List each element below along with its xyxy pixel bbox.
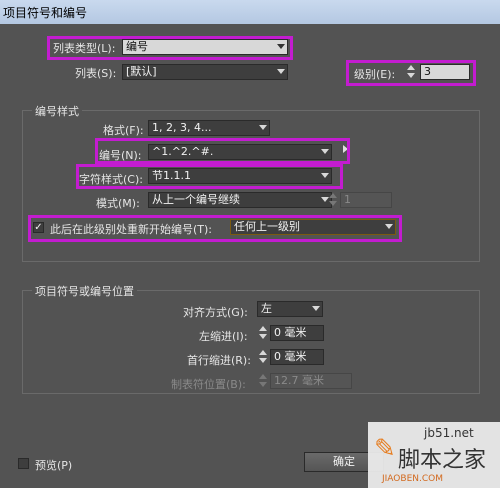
mode-number-value: 1 — [344, 193, 351, 206]
left-indent-stepper[interactable] — [258, 325, 268, 341]
chevron-down-icon — [259, 125, 267, 130]
tab-position-stepper[interactable] — [258, 373, 268, 389]
first-indent-value: 0 毫米 — [274, 350, 307, 363]
format-value: 1, 2, 3, 4... — [152, 121, 212, 134]
chevron-down-icon — [385, 224, 393, 229]
position-group — [22, 290, 480, 394]
restart-checkbox[interactable]: ✓ — [33, 222, 44, 233]
chevron-down-icon — [321, 149, 329, 154]
title-bar: 项目符号和编号 — [0, 0, 500, 24]
watermark: ✎ jb51.net 脚本之家 JIAOBEN.COM — [368, 422, 500, 488]
preview-checkbox[interactable] — [18, 458, 29, 469]
align-value: 左 — [261, 302, 272, 315]
preview-label: 预览(P) — [35, 459, 73, 472]
watermark-url: jb51.net — [424, 426, 474, 440]
insert-special-char-icon[interactable] — [343, 145, 348, 153]
list-type-select[interactable]: 编号 — [122, 39, 288, 55]
format-select[interactable]: 1, 2, 3, 4... — [148, 120, 270, 136]
tab-position-input[interactable]: 12.7 毫米 — [270, 373, 352, 389]
stepper-down-icon[interactable] — [259, 382, 267, 387]
list-type-value: 编号 — [126, 40, 148, 53]
stepper-up-icon[interactable] — [407, 65, 415, 70]
chevron-down-icon — [312, 306, 320, 311]
stepper-up-icon[interactable] — [259, 374, 267, 379]
char-style-label: 字符样式(C): — [79, 173, 143, 186]
watermark-logo-icon: ✎ — [374, 434, 396, 464]
watermark-text: 脚本之家 — [398, 448, 487, 473]
list-label: 列表(S): — [75, 67, 117, 80]
list-value: [默认] — [126, 65, 157, 78]
mode-label: 模式(M): — [96, 197, 140, 210]
position-title: 项目符号或编号位置 — [32, 283, 137, 299]
align-select[interactable]: 左 — [257, 301, 323, 317]
mode-number-stepper[interactable] — [328, 192, 338, 208]
chevron-down-icon — [277, 69, 285, 74]
mode-select[interactable]: 从上一个编号继续 — [148, 192, 332, 208]
format-label: 格式(F): — [103, 124, 144, 137]
stepper-down-icon[interactable] — [259, 334, 267, 339]
first-indent-stepper[interactable] — [258, 349, 268, 365]
restart-select[interactable]: 任何上一级别 — [230, 219, 396, 235]
chevron-down-icon — [321, 173, 329, 178]
char-style-select[interactable]: 节1.1.1 — [148, 168, 332, 184]
tab-position-label: 制表符位置(B): — [171, 378, 246, 391]
stepper-up-icon[interactable] — [329, 193, 337, 198]
stepper-down-icon[interactable] — [329, 201, 337, 206]
level-value: 3 — [424, 65, 431, 78]
left-indent-label: 左缩进(I): — [199, 330, 248, 343]
stepper-down-icon[interactable] — [259, 358, 267, 363]
left-indent-value: 0 毫米 — [274, 326, 307, 339]
number-label: 编号(N): — [99, 149, 142, 162]
stepper-up-icon[interactable] — [259, 326, 267, 331]
mode-value: 从上一个编号继续 — [152, 193, 240, 206]
mode-number-input[interactable]: 1 — [340, 192, 392, 208]
restart-label: 此后在此级别处重新开始编号(T): — [50, 223, 213, 236]
list-type-label: 列表类型(L): — [53, 42, 116, 55]
number-input[interactable]: ^1.^2.^#. — [148, 144, 332, 160]
level-stepper[interactable] — [406, 64, 416, 80]
stepper-up-icon[interactable] — [259, 350, 267, 355]
restart-value: 任何上一级别 — [234, 220, 300, 233]
window-title: 项目符号和编号 — [3, 6, 88, 20]
list-select[interactable]: [默认] — [122, 64, 288, 80]
tab-position-value: 12.7 毫米 — [274, 374, 324, 387]
first-indent-input[interactable]: 0 毫米 — [270, 349, 324, 365]
left-indent-input[interactable]: 0 毫米 — [270, 325, 324, 341]
level-label: 级别(E): — [354, 68, 396, 81]
char-style-value: 节1.1.1 — [152, 169, 191, 182]
stepper-down-icon[interactable] — [407, 73, 415, 78]
align-label: 对齐方式(G): — [183, 306, 248, 319]
watermark-sub: JIAOBEN.COM — [382, 474, 443, 484]
chevron-down-icon — [277, 44, 285, 49]
number-value: ^1.^2.^#. — [152, 145, 214, 158]
numbering-style-title: 编号样式 — [32, 103, 82, 119]
first-indent-label: 首行缩进(R): — [187, 354, 251, 367]
level-input[interactable]: 3 — [420, 64, 470, 80]
